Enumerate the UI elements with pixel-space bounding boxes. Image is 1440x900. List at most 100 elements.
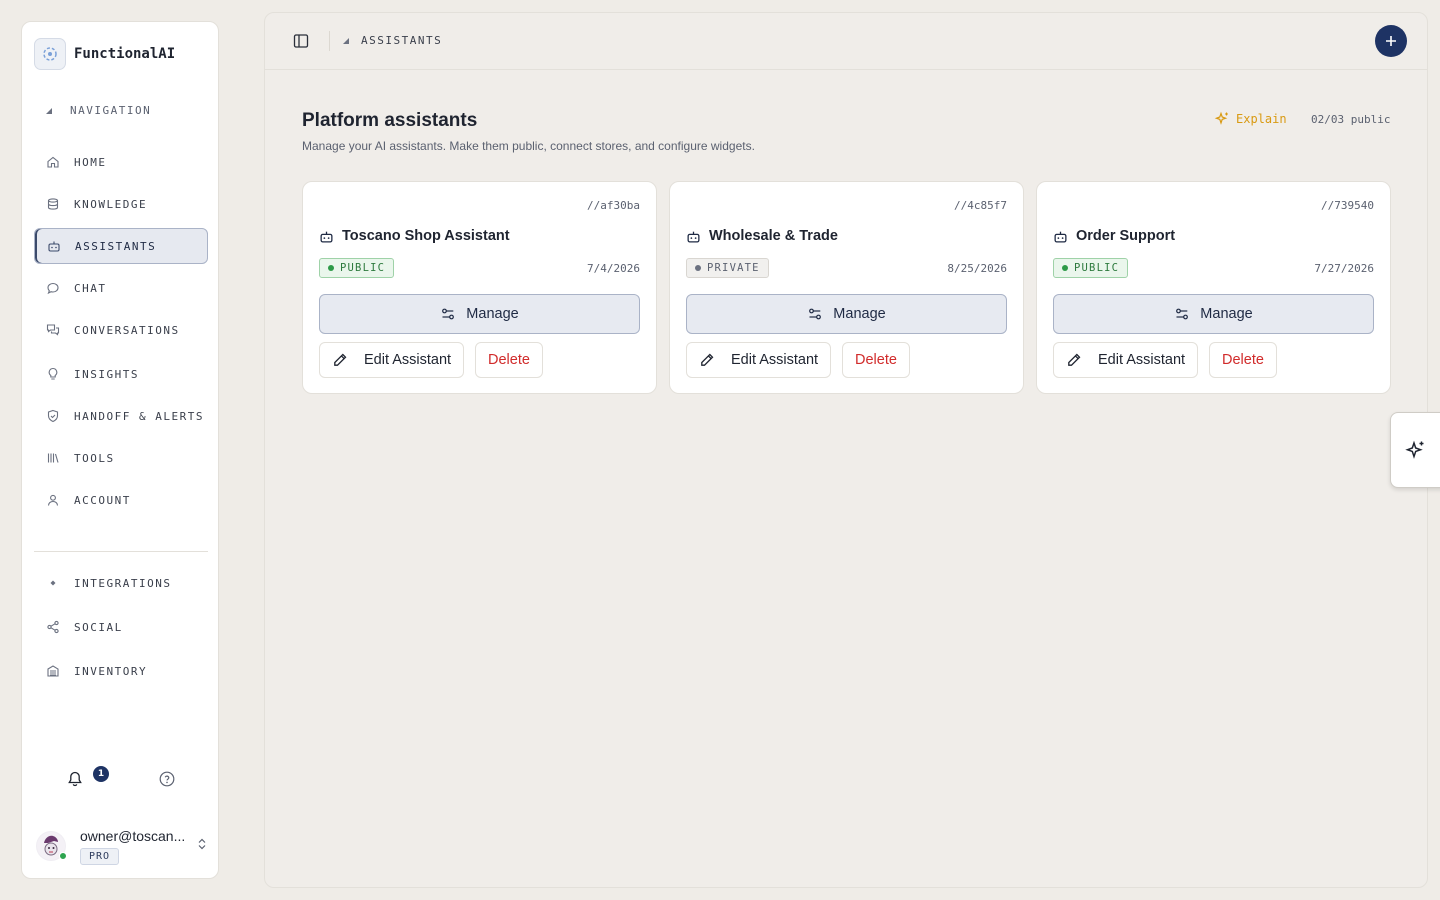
edit-label: Edit Assistant: [731, 352, 819, 368]
assistant-title: Order Support: [1053, 228, 1175, 244]
sliders-icon: [809, 308, 822, 320]
sidebar-item-label: TOOLS: [74, 451, 115, 465]
sidebar-item-label: INSIGHTS: [74, 367, 139, 381]
shield-icon: [47, 409, 59, 423]
collapse-triangle-icon: [46, 107, 52, 114]
conversations-icon: [46, 324, 60, 336]
pencil-icon: [701, 353, 714, 366]
sparkle-icon: [1405, 440, 1424, 459]
sidebar-item-label: HANDOFF & ALERTS: [74, 409, 204, 423]
manage-button[interactable]: Manage: [1053, 294, 1374, 334]
help-icon[interactable]: [158, 770, 176, 793]
chevron-up-down-icon: [196, 837, 208, 856]
public-count: 02/03 public: [1311, 113, 1391, 126]
delete-label: Delete: [855, 352, 897, 368]
diamond-icon: [50, 580, 56, 586]
assistant-title: Wholesale & Trade: [686, 228, 838, 244]
sidebar-item-social[interactable]: SOCIAL: [34, 609, 208, 645]
status-label: PRIVATE: [707, 262, 760, 274]
sliders-icon: [442, 308, 455, 320]
sidebar-item-knowledge[interactable]: KNOWLEDGE: [34, 186, 208, 222]
database-icon: [47, 198, 59, 210]
bell-icon[interactable]: [66, 770, 84, 793]
edit-label: Edit Assistant: [364, 352, 452, 368]
add-assistant-button[interactable]: [1375, 25, 1407, 57]
bot-icon: [687, 231, 700, 242]
nav-section-label: NAVIGATION: [70, 104, 152, 117]
plus-icon: [1386, 36, 1396, 46]
edit-assistant-button[interactable]: Edit Assistant: [686, 342, 832, 378]
sidebar-item-label: HOME: [74, 155, 107, 169]
avatar: [36, 831, 67, 861]
sidebar-item-home[interactable]: HOME: [34, 144, 208, 180]
sidebar-item-inventory[interactable]: INVENTORY: [34, 653, 208, 689]
assistant-card: //af30ba Toscano Shop Assistant PUBLIC 7…: [302, 181, 657, 394]
manage-label: Manage: [833, 306, 886, 322]
plan-badge: PRO: [80, 847, 120, 865]
main-panel: ASSISTANTS Platform assistants Manage yo…: [264, 12, 1428, 888]
sidebar-item-tools[interactable]: TOOLS: [34, 440, 208, 476]
delete-label: Delete: [488, 352, 530, 368]
home-icon: [47, 156, 59, 168]
topbar-divider: [329, 31, 330, 51]
inventory-icon: [47, 665, 59, 677]
user-menu[interactable]: owner@toscan... PRO: [36, 822, 208, 870]
topbar: ASSISTANTS: [265, 13, 1427, 70]
status-label: PUBLIC: [340, 262, 386, 274]
delete-button[interactable]: Delete: [1209, 342, 1277, 378]
sidebar-item-chat[interactable]: CHAT: [34, 270, 208, 306]
sidebar-item-label: SOCIAL: [74, 620, 123, 634]
assistant-date: 7/4/2026: [587, 262, 640, 275]
assistant-date: 8/25/2026: [947, 262, 1007, 275]
sidebar-divider: [34, 551, 208, 552]
sidebar-item-label: ASSISTANTS: [75, 239, 157, 253]
user-icon: [47, 494, 59, 506]
bot-icon: [320, 231, 333, 242]
status-label: PUBLIC: [1074, 262, 1120, 274]
delete-button[interactable]: Delete: [842, 342, 910, 378]
bot-icon: [48, 241, 60, 252]
assistant-name: Order Support: [1076, 228, 1176, 244]
online-status-dot: [59, 852, 67, 860]
assistant-name: Toscano Shop Assistant: [342, 228, 510, 244]
assistant-id: //739540: [1321, 199, 1374, 212]
brand[interactable]: FunctionalAI: [34, 38, 175, 70]
explain-button[interactable]: Explain: [1214, 111, 1287, 127]
brand-name: FunctionalAI: [74, 46, 176, 62]
sidebar: FunctionalAI NAVIGATION HOME KNOWLEDGE A…: [21, 21, 219, 879]
sidebar-item-integrations[interactable]: INTEGRATIONS: [34, 565, 208, 601]
pencil-icon: [334, 353, 347, 366]
library-icon: [47, 453, 59, 463]
sidebar-item-label: INTEGRATIONS: [74, 576, 172, 590]
lightbulb-icon: [48, 367, 58, 380]
sidebar-toggle-icon[interactable]: [293, 33, 309, 54]
edit-assistant-button[interactable]: Edit Assistant: [319, 342, 465, 378]
sidebar-utility-bar: 1: [66, 766, 186, 793]
ai-assistant-fab[interactable]: [1390, 412, 1440, 488]
breadcrumb-current: ASSISTANTS: [361, 34, 443, 47]
chat-icon: [47, 282, 59, 295]
sidebar-item-handoff-alerts[interactable]: HANDOFF & ALERTS: [34, 398, 208, 434]
sidebar-item-conversations[interactable]: CONVERSATIONS: [34, 312, 208, 348]
nav-section-header[interactable]: NAVIGATION: [46, 104, 151, 117]
status-dot: [328, 265, 334, 271]
edit-label: Edit Assistant: [1098, 352, 1186, 368]
sidebar-item-insights[interactable]: INSIGHTS: [34, 356, 208, 392]
edit-assistant-button[interactable]: Edit Assistant: [1053, 342, 1199, 378]
status-dot: [1062, 265, 1068, 271]
sidebar-item-label: CONVERSATIONS: [74, 323, 180, 337]
sidebar-item-account[interactable]: ACCOUNT: [34, 482, 208, 518]
assistant-title: Toscano Shop Assistant: [319, 228, 510, 244]
pencil-icon: [1068, 353, 1081, 366]
bot-icon: [1054, 231, 1067, 242]
assistant-date: 7/27/2026: [1314, 262, 1374, 275]
assistant-id: //af30ba: [587, 199, 640, 212]
assistant-card: //4c85f7 Wholesale & Trade PRIVATE 8/25/…: [669, 181, 1024, 394]
manage-button[interactable]: Manage: [686, 294, 1007, 334]
sidebar-item-assistants[interactable]: ASSISTANTS: [34, 228, 208, 264]
manage-button[interactable]: Manage: [319, 294, 640, 334]
assistant-card: //739540 Order Support PUBLIC 7/27/2026 …: [1036, 181, 1391, 394]
brand-logo-icon: [34, 38, 66, 70]
delete-button[interactable]: Delete: [475, 342, 543, 378]
manage-label: Manage: [1200, 306, 1253, 322]
